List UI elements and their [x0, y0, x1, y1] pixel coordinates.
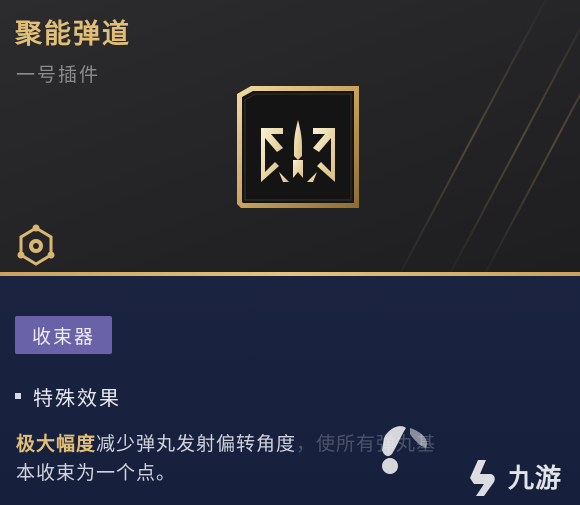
section-title: 特殊效果: [33, 385, 121, 410]
section-header: 特殊效果: [15, 382, 121, 410]
effect-text: 本收束为一个点。: [16, 462, 177, 484]
effect-highlight: 极大幅度: [16, 433, 97, 455]
section-bullet: [15, 393, 21, 399]
effect-text: 减少弹丸发射偏转角度: [96, 433, 297, 455]
watermark-text: 九游: [508, 464, 563, 494]
item-icon[interactable]: [231, 80, 365, 214]
light-streak: [475, 0, 580, 272]
item-name: 聚能弹道: [15, 19, 131, 50]
category-badge: 收束器: [15, 316, 112, 354]
item-subtype: 一号插件: [16, 64, 101, 86]
arrowhead-emblem-icon: [237, 86, 359, 208]
gear-icon[interactable]: [14, 224, 58, 268]
